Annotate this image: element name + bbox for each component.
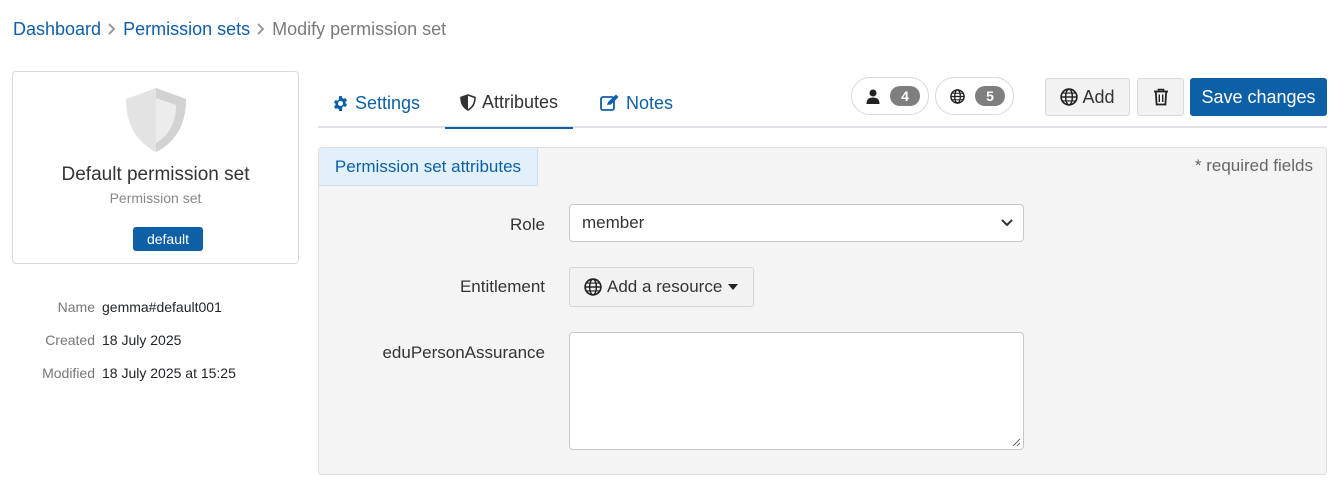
add-resource-dropdown[interactable]: Add a resource — [569, 267, 754, 307]
caret-down-icon — [728, 284, 739, 290]
attributes-panel: Permission set attributes * required fie… — [318, 147, 1327, 475]
tab-settings[interactable]: Settings — [332, 78, 420, 128]
save-changes-button[interactable]: Save changes — [1190, 78, 1327, 116]
meta-row-modified: Modified 18 July 2025 at 15:25 — [0, 356, 300, 389]
tab-notes[interactable]: Notes — [600, 78, 673, 128]
chevron-right-icon — [107, 23, 117, 35]
role-select[interactable]: member — [569, 204, 1024, 242]
edit-icon — [600, 94, 620, 112]
meta-value: 18 July 2025 — [102, 331, 182, 348]
meta-value: 18 July 2025 at 15:25 — [102, 364, 236, 381]
users-count: 4 — [890, 86, 920, 106]
meta-key: Created — [45, 331, 95, 348]
breadcrumb-current: Modify permission set — [272, 18, 447, 39]
add-button-label: Add — [1082, 86, 1115, 107]
card-subtitle: Permission set — [109, 190, 202, 206]
meta-row-name: Name gemma#default001 — [0, 290, 300, 323]
card-title: Default permission set — [61, 164, 250, 185]
meta-key: Name — [57, 298, 95, 315]
resize-handle-icon[interactable] — [1011, 437, 1021, 447]
edu-person-assurance-label: eduPersonAssurance — [382, 343, 545, 362]
tab-attributes[interactable]: Attributes — [445, 78, 573, 129]
chevron-down-icon — [1001, 219, 1013, 227]
meta-row-created: Created 18 July 2025 — [0, 323, 300, 356]
globe-icon — [1060, 88, 1079, 106]
default-badge: default — [133, 227, 203, 251]
permission-set-card: Default permission set Permission set de… — [12, 71, 299, 264]
chevron-right-icon — [256, 23, 266, 35]
entitlement-label: Entitlement — [459, 277, 545, 296]
tab-attributes-label: Attributes — [481, 92, 559, 112]
role-select-value: member — [582, 213, 645, 232]
resources-count: 5 — [975, 86, 1005, 106]
edu-person-assurance-textarea[interactable] — [569, 332, 1024, 450]
trash-icon — [1153, 88, 1169, 106]
gear-icon — [332, 95, 349, 112]
globe-icon — [950, 88, 965, 104]
panel-title: Permission set attributes — [319, 148, 538, 186]
role-label: Role — [510, 215, 545, 234]
breadcrumb-permission-sets-link[interactable]: Permission sets — [123, 19, 250, 40]
required-fields-note: * required fields — [1194, 156, 1313, 175]
globe-icon — [584, 278, 602, 296]
meta-info: Name gemma#default001 Created 18 July 20… — [0, 290, 300, 389]
meta-key: Modified — [42, 364, 95, 381]
user-icon — [866, 89, 880, 104]
breadcrumb: Dashboard Permission sets Modify permiss… — [13, 18, 446, 40]
shield-half-icon — [460, 94, 476, 111]
users-count-pill[interactable]: 4 — [851, 77, 929, 115]
add-resource-label: Add a resource — [607, 277, 723, 296]
tab-notes-label: Notes — [626, 92, 674, 113]
shield-icon — [120, 84, 192, 156]
breadcrumb-dashboard-link[interactable]: Dashboard — [13, 19, 101, 40]
meta-value: gemma#default001 — [102, 298, 222, 315]
tab-settings-label: Settings — [355, 92, 421, 113]
resources-count-pill[interactable]: 5 — [935, 77, 1014, 115]
add-button[interactable]: Add — [1045, 78, 1130, 116]
delete-button[interactable] — [1137, 78, 1184, 116]
